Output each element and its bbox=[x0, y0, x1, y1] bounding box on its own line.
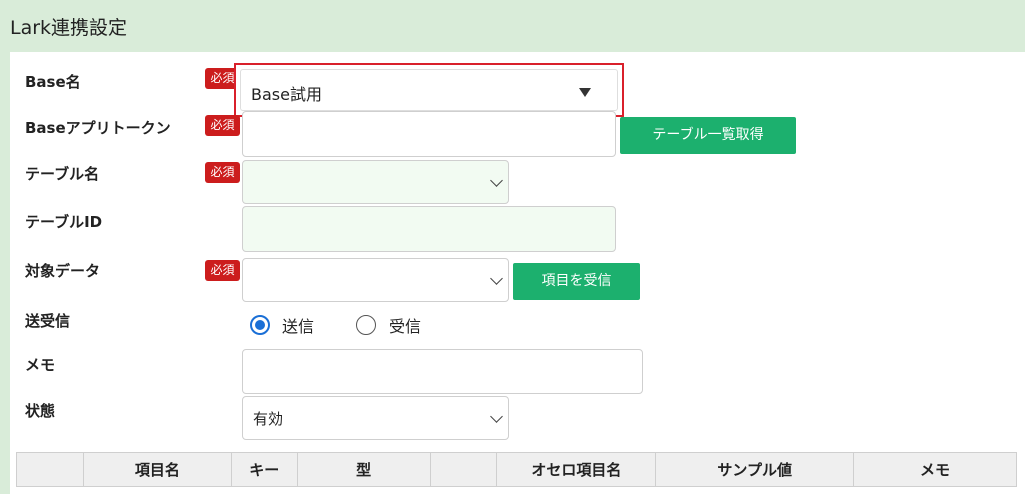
chevron-down-icon bbox=[490, 174, 503, 187]
status-value: 有効 bbox=[253, 410, 284, 428]
status-label: 状態 bbox=[25, 402, 56, 420]
base-name-label: Base名 bbox=[25, 73, 81, 91]
column-header-type: 型 bbox=[296, 452, 431, 487]
base-name-select-highlight: Base試用 bbox=[234, 63, 624, 117]
receive-fields-button[interactable]: 項目を受信 bbox=[513, 263, 640, 300]
table-id-label: テーブルID bbox=[25, 213, 103, 231]
chevron-down-icon bbox=[490, 410, 503, 423]
send-radio[interactable] bbox=[250, 315, 270, 335]
base-app-token-input[interactable] bbox=[242, 111, 616, 157]
fields-table: 項目名 キー 型 オセロ項目名 サンプル値 メモ bbox=[16, 452, 1017, 487]
required-badge: 必須 bbox=[205, 162, 240, 183]
target-data-label: 対象データ bbox=[25, 262, 101, 280]
column-header-field-name: 項目名 bbox=[82, 452, 232, 487]
column-header-blank bbox=[429, 452, 498, 487]
direction-label: 送受信 bbox=[25, 312, 71, 330]
send-radio-label: 送信 bbox=[282, 317, 315, 336]
base-name-value: Base試用 bbox=[251, 85, 322, 104]
column-header-key: キー bbox=[230, 452, 298, 487]
page-title: Lark連携設定 bbox=[10, 17, 128, 39]
column-header-othello-field: オセロ項目名 bbox=[496, 452, 657, 487]
base-name-select[interactable]: Base試用 bbox=[240, 69, 618, 111]
triangle-down-icon bbox=[579, 88, 591, 97]
table-name-select[interactable] bbox=[242, 160, 509, 204]
receive-radio-label: 受信 bbox=[389, 317, 422, 336]
receive-radio[interactable] bbox=[356, 315, 376, 335]
column-header-memo: メモ bbox=[853, 452, 1017, 487]
fetch-table-list-button[interactable]: テーブル一覧取得 bbox=[620, 117, 796, 154]
table-id-input[interactable] bbox=[242, 206, 616, 252]
column-header-blank bbox=[16, 452, 84, 487]
base-app-token-label: Baseアプリトークン bbox=[25, 119, 171, 137]
page-header: Lark連携設定 bbox=[0, 0, 1025, 52]
table-name-label: テーブル名 bbox=[25, 165, 100, 183]
target-data-select[interactable] bbox=[242, 258, 509, 302]
required-badge: 必須 bbox=[205, 260, 240, 281]
left-accent-bar bbox=[0, 52, 10, 494]
table-header-row: 項目名 キー 型 オセロ項目名 サンプル値 メモ bbox=[16, 452, 1017, 487]
column-header-sample-value: サンプル値 bbox=[655, 452, 855, 487]
memo-input[interactable] bbox=[242, 349, 643, 394]
memo-label: メモ bbox=[25, 356, 56, 374]
chevron-down-icon bbox=[490, 272, 503, 285]
status-select[interactable]: 有効 bbox=[242, 396, 509, 440]
required-badge: 必須 bbox=[205, 115, 240, 136]
